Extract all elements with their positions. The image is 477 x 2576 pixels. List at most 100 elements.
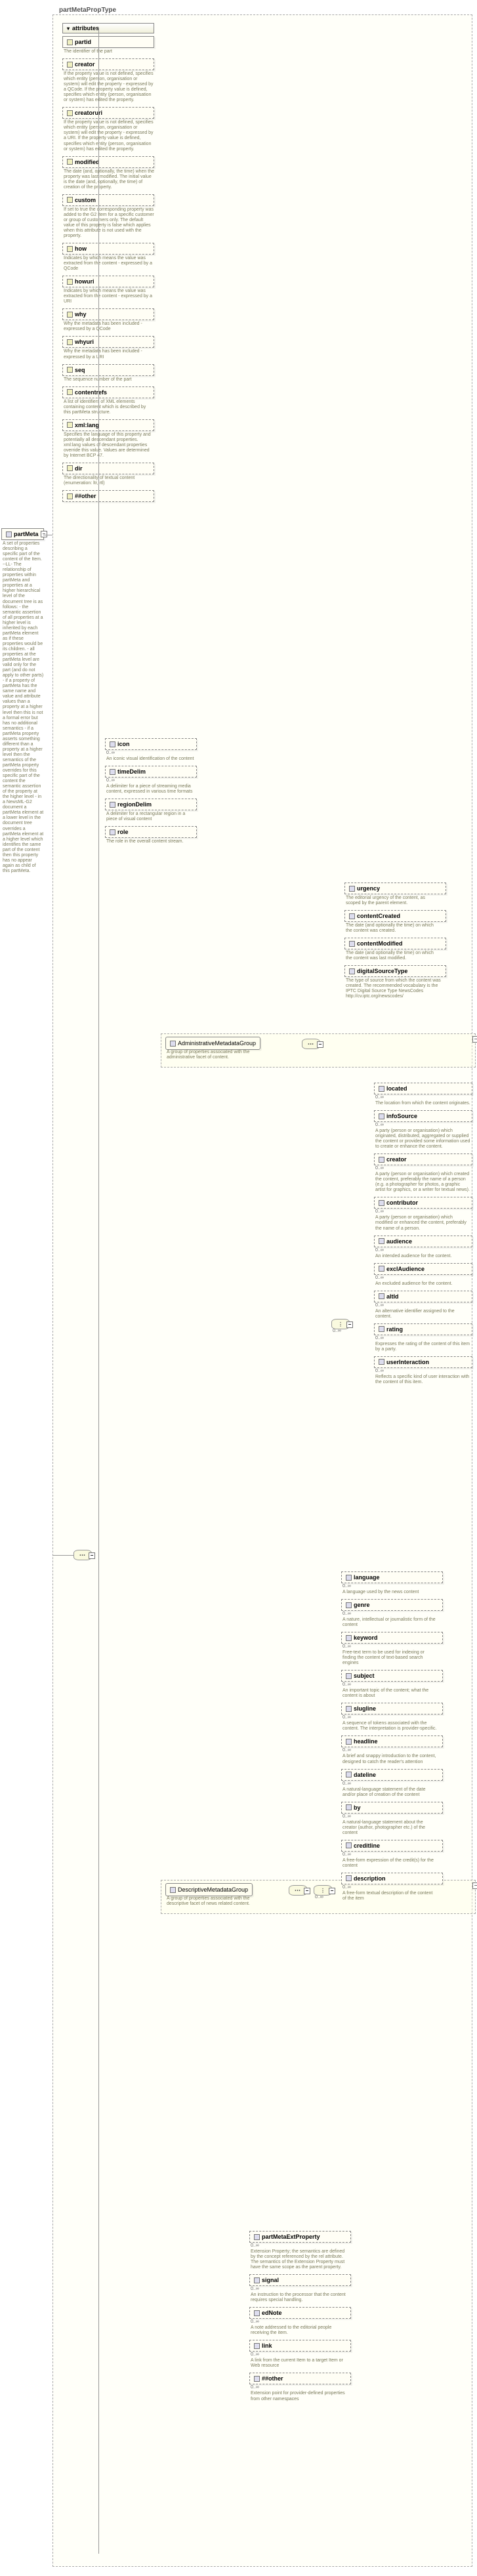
element-icon bbox=[379, 1238, 384, 1244]
node-why[interactable]: why bbox=[62, 308, 154, 320]
node-creator[interactable]: creator bbox=[374, 1153, 472, 1165]
expand-toggle[interactable]: − bbox=[472, 1882, 477, 1889]
expand-toggle[interactable]: − bbox=[317, 1041, 323, 1048]
node-xml:lang[interactable]: xml:lang bbox=[62, 419, 154, 431]
node-description[interactable]: description bbox=[341, 1873, 443, 1884]
node-exclAudience[interactable]: exclAudience bbox=[374, 1263, 472, 1275]
node-contributor[interactable]: contributor bbox=[374, 1197, 472, 1209]
node-desc: A brief and snappy introduction to the c… bbox=[342, 1754, 438, 1764]
root-box[interactable]: partMeta − bbox=[1, 528, 44, 540]
node-partid[interactable]: partid bbox=[62, 36, 154, 48]
element-icon bbox=[379, 1113, 384, 1119]
attribute-icon bbox=[67, 279, 73, 285]
element-icon bbox=[110, 829, 115, 835]
node-keyword[interactable]: keyword bbox=[341, 1632, 443, 1644]
node-audience[interactable]: audience bbox=[374, 1236, 472, 1247]
node-userInteraction[interactable]: userInteraction bbox=[374, 1356, 472, 1368]
node-located[interactable]: located bbox=[374, 1083, 472, 1094]
node-label: contentModified bbox=[357, 940, 403, 947]
node-label: infoSource bbox=[386, 1113, 417, 1119]
node-slugline[interactable]: slugline bbox=[341, 1703, 443, 1714]
node-label: audience bbox=[386, 1238, 412, 1245]
node-dateline[interactable]: dateline bbox=[341, 1769, 443, 1781]
node-label: located bbox=[386, 1085, 407, 1092]
range-label: 0..∞ bbox=[251, 2385, 351, 2390]
node-urgency[interactable]: urgency bbox=[344, 883, 446, 894]
node-custom[interactable]: custom bbox=[62, 194, 154, 206]
node-subject[interactable]: subject bbox=[341, 1670, 443, 1682]
node-desc: If the property value is not defined, sp… bbox=[64, 72, 154, 103]
sequence-connector[interactable]: − bbox=[302, 1039, 320, 1049]
sequence-connector[interactable]: − bbox=[289, 1885, 307, 1896]
expand-toggle[interactable]: − bbox=[329, 1888, 335, 1894]
node-whyuri[interactable]: whyuri bbox=[62, 336, 154, 348]
node-modified[interactable]: modified bbox=[62, 156, 154, 168]
node-desc: Extension Property; the semantics are de… bbox=[251, 2249, 346, 2270]
node-desc: A delimiter for a rectangular region in … bbox=[106, 812, 197, 822]
sequence-connector[interactable]: − bbox=[73, 1550, 92, 1560]
range-label: 0..∞ bbox=[342, 1781, 443, 1786]
node-by[interactable]: by bbox=[341, 1802, 443, 1814]
admin-group-box[interactable]: AdministrativeMetadataGroup − bbox=[165, 1037, 260, 1050]
node-creator[interactable]: creator bbox=[62, 58, 154, 70]
node-##other[interactable]: ##other bbox=[249, 2373, 351, 2384]
expand-toggle[interactable]: − bbox=[41, 531, 47, 537]
range-label: 0..∞ bbox=[375, 1303, 472, 1308]
attributes-header[interactable]: ▾ attributes bbox=[62, 23, 154, 33]
node-desc: A delimiter for a piece of streaming med… bbox=[106, 784, 197, 795]
node-creditline[interactable]: creditline bbox=[341, 1840, 443, 1852]
node-genre[interactable]: genre bbox=[341, 1599, 443, 1611]
node-desc: A language used by the news content bbox=[342, 1590, 438, 1595]
node-rating[interactable]: rating bbox=[374, 1323, 472, 1335]
node-contentCreated[interactable]: contentCreated bbox=[344, 910, 446, 922]
node-howuri[interactable]: howuri bbox=[62, 276, 154, 287]
element-icon bbox=[110, 741, 115, 747]
node-desc: A free-form expression of the credit(s) … bbox=[342, 1858, 438, 1869]
node-##other[interactable]: ##other bbox=[62, 490, 154, 502]
range-label: 0..∞ bbox=[251, 2243, 351, 2248]
node-language[interactable]: language bbox=[341, 1571, 443, 1583]
attribute-icon bbox=[67, 159, 73, 165]
attribute-icon bbox=[67, 465, 73, 471]
node-icon[interactable]: icon bbox=[105, 738, 197, 750]
node-contentModified[interactable]: contentModified bbox=[344, 938, 446, 949]
element-icon bbox=[379, 1326, 384, 1332]
choice-connector[interactable]: − bbox=[314, 1885, 332, 1896]
element-icon bbox=[254, 2277, 260, 2283]
expand-toggle[interactable]: − bbox=[346, 1321, 353, 1328]
range-label: 0..∞ bbox=[375, 1209, 472, 1214]
node-dir[interactable]: dir bbox=[62, 463, 154, 474]
node-creatoruri[interactable]: creatoruri bbox=[62, 107, 154, 119]
node-seq[interactable]: seq bbox=[62, 364, 154, 376]
element-icon bbox=[346, 1673, 352, 1679]
node-edNote[interactable]: edNote bbox=[249, 2307, 351, 2319]
node-timeDelim[interactable]: timeDelim bbox=[105, 766, 197, 778]
node-regionDelim[interactable]: regionDelim bbox=[105, 799, 197, 810]
children-top: icon0..∞An iconic visual identification … bbox=[105, 738, 197, 848]
range-label: 0..∞ bbox=[342, 1715, 443, 1720]
node-role[interactable]: role bbox=[105, 826, 197, 838]
element-icon bbox=[110, 769, 115, 775]
node-label: contentrefs bbox=[75, 389, 107, 396]
desc-group-box[interactable]: DescriptiveMetadataGroup − bbox=[165, 1883, 253, 1896]
node-link[interactable]: link bbox=[249, 2340, 351, 2352]
node-desc: The type of source from which the conten… bbox=[346, 978, 441, 999]
node-contentrefs[interactable]: contentrefs bbox=[62, 386, 154, 398]
node-headline[interactable]: headline bbox=[341, 1735, 443, 1747]
node-partMetaExtProperty[interactable]: partMetaExtProperty bbox=[249, 2231, 351, 2243]
choice-connector[interactable]: − bbox=[331, 1319, 350, 1329]
range-label: 0..∞ bbox=[375, 1095, 472, 1100]
node-digitalSourceType[interactable]: digitalSourceType bbox=[344, 965, 446, 977]
range-label: 0..∞ bbox=[342, 1814, 443, 1819]
expand-toggle[interactable]: − bbox=[304, 1888, 310, 1894]
node-infoSource[interactable]: infoSource bbox=[374, 1110, 472, 1122]
element-icon bbox=[254, 2310, 260, 2316]
expand-toggle[interactable]: − bbox=[89, 1552, 95, 1559]
node-label: icon bbox=[117, 741, 130, 747]
expand-toggle[interactable]: − bbox=[472, 1036, 477, 1043]
node-altId[interactable]: altId bbox=[374, 1291, 472, 1302]
desc-children: language 0..∞ A language used by the news … bbox=[341, 1571, 443, 1905]
node-how[interactable]: how bbox=[62, 243, 154, 255]
node-signal[interactable]: signal bbox=[249, 2274, 351, 2286]
diagram-canvas: partMetaPropType partMeta − A set of pro… bbox=[0, 0, 477, 23]
